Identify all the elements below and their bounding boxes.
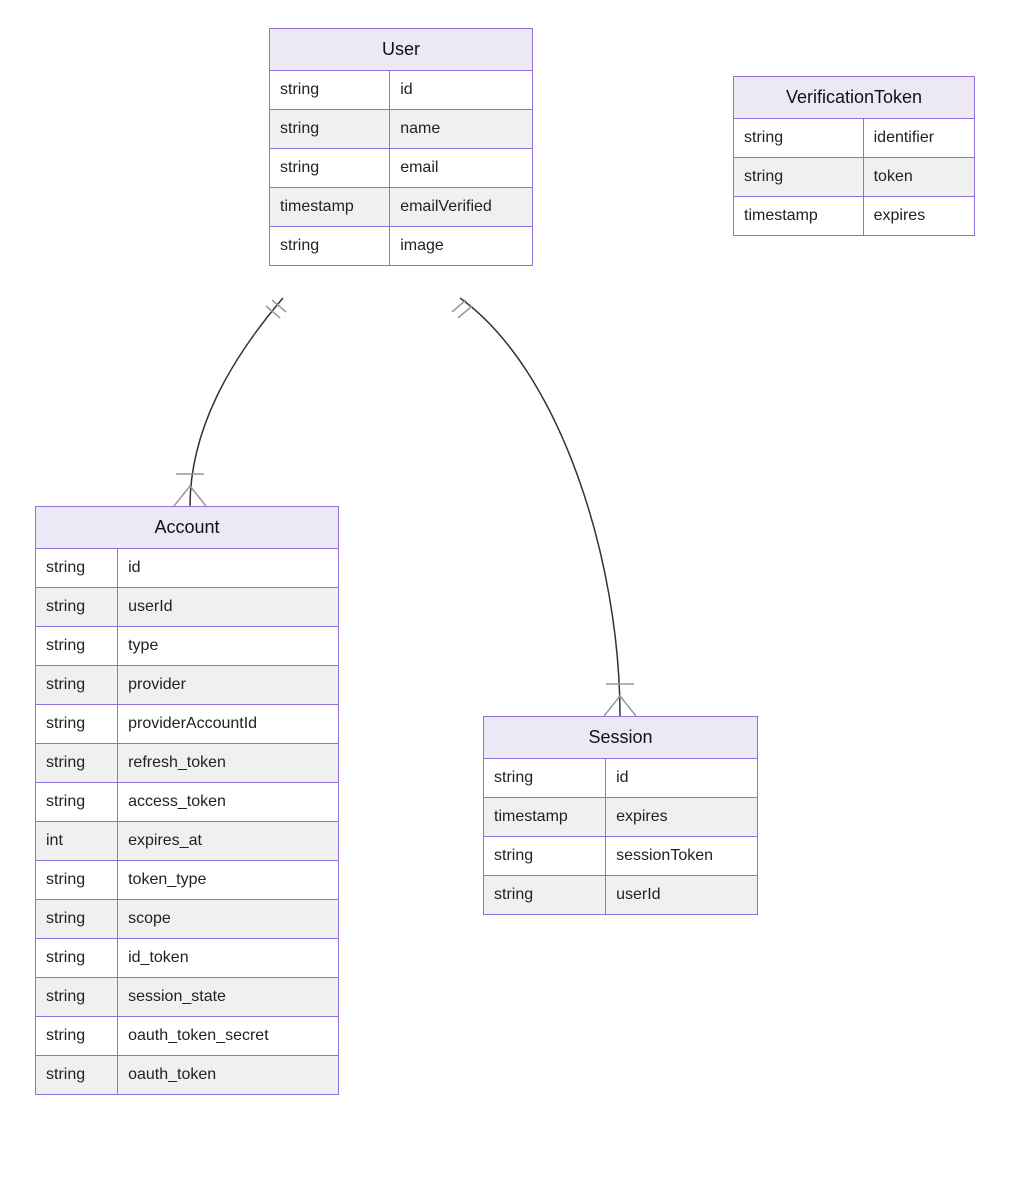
attr-type: timestamp [484,798,606,837]
attr-name: oauth_token [118,1056,338,1095]
attr-row: stringidentifier [734,119,974,158]
attr-type: string [36,978,118,1017]
attr-name: session_state [118,978,338,1017]
attr-name: id_token [118,939,338,978]
attr-name: scope [118,900,338,939]
attr-type: string [734,158,863,197]
attr-row: stringuserId [484,876,757,915]
attr-row: stringsession_state [36,978,338,1017]
attr-name: sessionToken [606,837,757,876]
attr-type: string [270,110,390,149]
attr-name: id [118,549,338,588]
attr-row: stringid [484,759,757,798]
attr-name: image [390,227,532,266]
attr-row: stringproviderAccountId [36,705,338,744]
er-diagram: Userstringidstringnamestringemailtimesta… [0,0,1020,1184]
attr-row: stringemail [270,149,532,188]
attr-name: provider [118,666,338,705]
entity-attrs: stringidstringuserIdstringtypestringprov… [36,549,338,1094]
attr-type: string [36,666,118,705]
entity-account: AccountstringidstringuserIdstringtypestr… [35,506,339,1095]
attr-row: timestampexpires [734,197,974,236]
attr-name: id [390,71,532,110]
entity-title: Session [484,717,757,759]
attr-row: timestampemailVerified [270,188,532,227]
attr-name: expires [606,798,757,837]
attr-row: stringid [270,71,532,110]
attr-type: int [36,822,118,861]
attr-type: string [484,837,606,876]
attr-name: token_type [118,861,338,900]
attr-type: string [36,783,118,822]
attr-type: timestamp [734,197,863,236]
attr-row: stringsessionToken [484,837,757,876]
attr-type: string [270,227,390,266]
entity-session: Sessionstringidtimestampexpiresstringses… [483,716,758,915]
attr-type: string [484,876,606,915]
attr-type: string [734,119,863,158]
entity-title: Account [36,507,338,549]
attr-row: stringoauth_token_secret [36,1017,338,1056]
attr-type: string [36,549,118,588]
entity-title: User [270,29,532,71]
attr-type: string [36,627,118,666]
attr-row: stringid [36,549,338,588]
attr-type: string [484,759,606,798]
attr-name: oauth_token_secret [118,1017,338,1056]
rel-user-account [190,298,283,506]
attr-row: stringid_token [36,939,338,978]
attr-name: email [390,149,532,188]
attr-name: expires_at [118,822,338,861]
attr-type: string [36,900,118,939]
entity-attrs: stringidentifierstringtokentimestampexpi… [734,119,974,235]
attr-row: stringtoken [734,158,974,197]
attr-type: string [36,744,118,783]
attr-row: timestampexpires [484,798,757,837]
attr-row: stringscope [36,900,338,939]
attr-name: emailVerified [390,188,532,227]
attr-name: access_token [118,783,338,822]
attr-row: stringaccess_token [36,783,338,822]
attr-row: stringrefresh_token [36,744,338,783]
attr-row: stringtoken_type [36,861,338,900]
attr-name: userId [118,588,338,627]
attr-name: id [606,759,757,798]
attr-row: stringname [270,110,532,149]
attr-name: identifier [863,119,974,158]
attr-type: string [36,861,118,900]
attr-row: stringimage [270,227,532,266]
attr-row: stringtype [36,627,338,666]
attr-name: refresh_token [118,744,338,783]
attr-type: string [36,705,118,744]
entity-attrs: stringidstringnamestringemailtimestampem… [270,71,532,265]
attr-type: string [36,1056,118,1095]
attr-row: stringuserId [36,588,338,627]
attr-row: stringoauth_token [36,1056,338,1095]
attr-type: string [270,71,390,110]
attr-type: string [36,939,118,978]
entity-user: Userstringidstringnamestringemailtimesta… [269,28,533,266]
entity-verificationtoken: VerificationTokenstringidentifierstringt… [733,76,975,236]
attr-name: token [863,158,974,197]
attr-row: stringprovider [36,666,338,705]
entity-title: VerificationToken [734,77,974,119]
attr-row: intexpires_at [36,822,338,861]
rel-user-session [460,298,620,716]
attr-type: string [36,588,118,627]
attr-type: string [36,1017,118,1056]
entity-attrs: stringidtimestampexpiresstringsessionTok… [484,759,757,914]
attr-name: userId [606,876,757,915]
attr-type: timestamp [270,188,390,227]
attr-name: expires [863,197,974,236]
attr-name: providerAccountId [118,705,338,744]
attr-name: name [390,110,532,149]
attr-name: type [118,627,338,666]
attr-type: string [270,149,390,188]
